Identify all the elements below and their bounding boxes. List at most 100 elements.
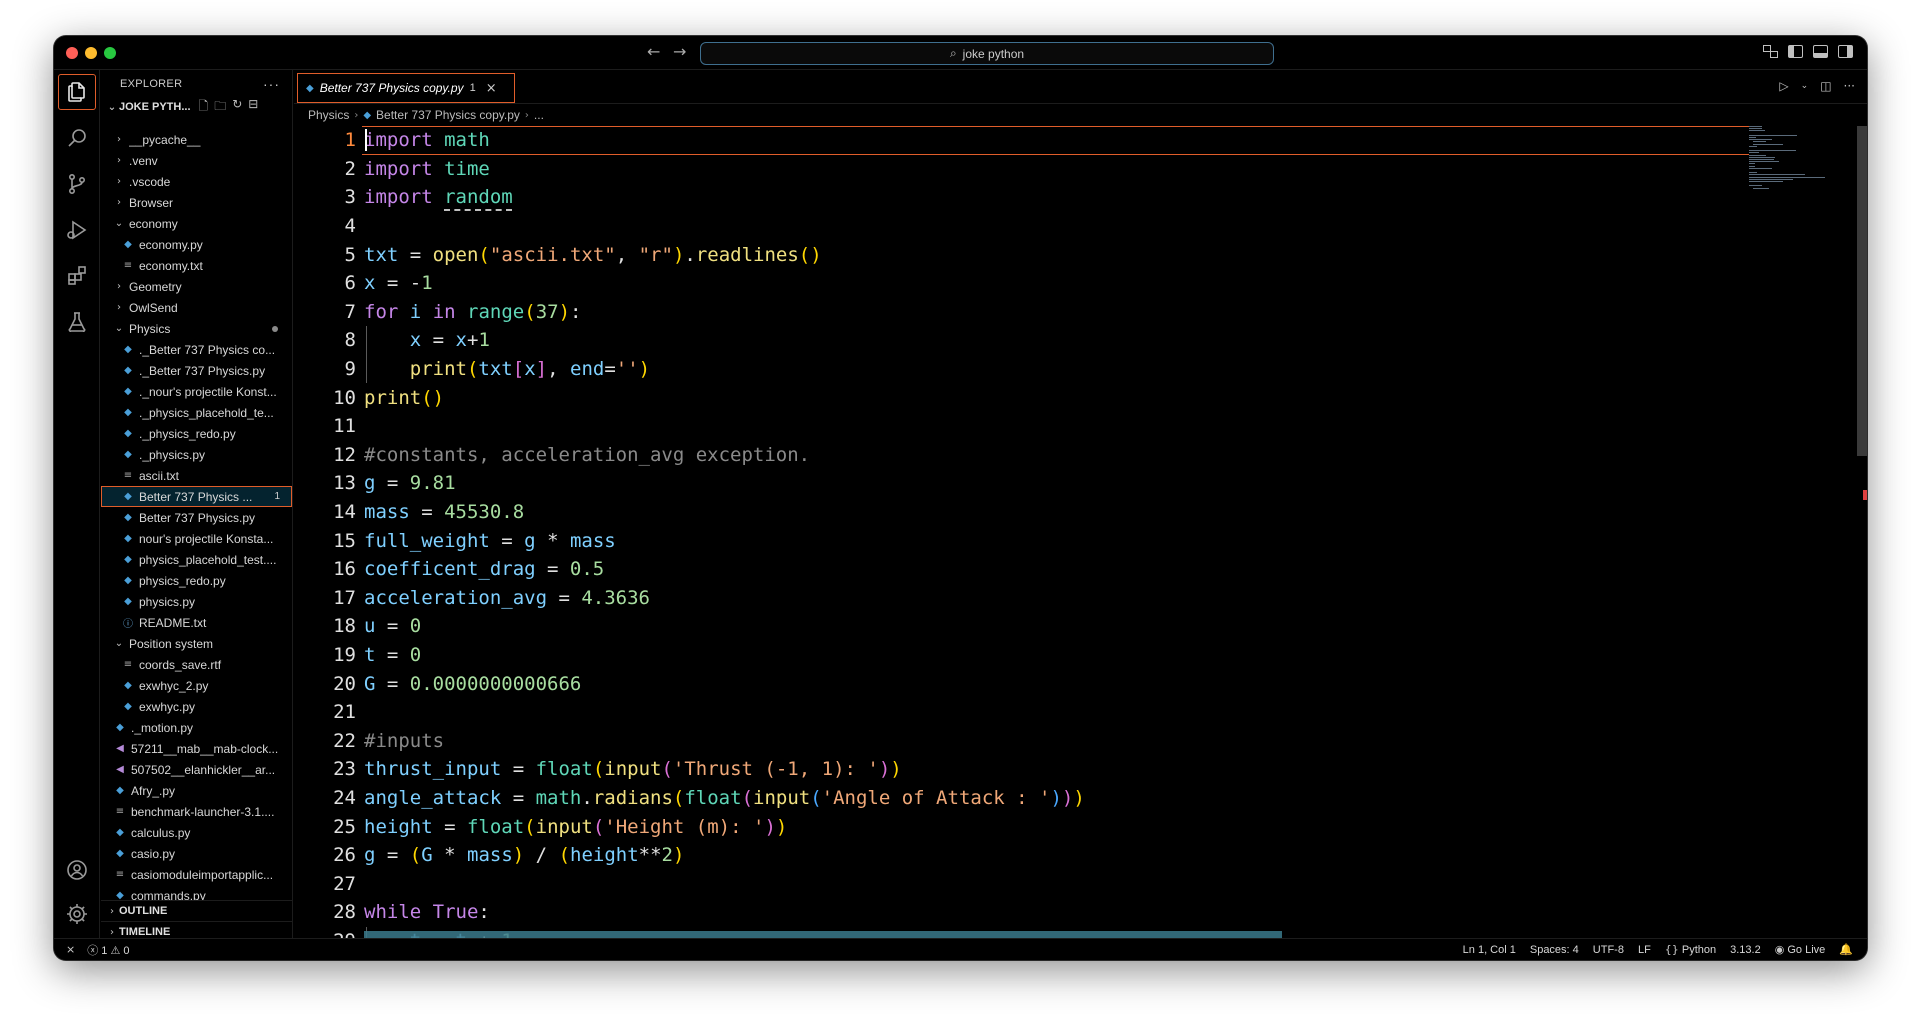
line-number: 13 xyxy=(333,472,356,495)
python-interpreter[interactable]: 3.13.2 xyxy=(1730,944,1761,956)
close-icon[interactable]: × xyxy=(486,81,497,96)
horizontal-scrollbar[interactable] xyxy=(364,930,1282,938)
code-token: import xyxy=(364,157,433,180)
collapse-all-icon[interactable]: ⊟ xyxy=(248,97,258,118)
tree-file[interactable]: ◆ ._physics_placehold_te... xyxy=(101,402,292,423)
code-editor[interactable]: 1 import math 2 import time 3 import random 4 5… xyxy=(294,126,1867,938)
run-debug-icon xyxy=(67,220,87,240)
workspace-folder[interactable]: ⌄ JOKE PYTH... 🗋 🗀 ↻ ⊟ xyxy=(101,96,292,118)
close-window-button[interactable] xyxy=(66,47,78,59)
tree-folder[interactable]: › .vscode xyxy=(101,171,292,192)
tree-folder[interactable]: ⌄ Physics xyxy=(101,318,292,339)
breadcrumb-file[interactable]: Better 737 Physics copy.py xyxy=(376,108,520,122)
tree-file[interactable]: ◆ ._motion.py xyxy=(101,717,292,738)
extensions-icon xyxy=(68,266,86,285)
tree-file[interactable]: ◆ ._physics_redo.py xyxy=(101,423,292,444)
language-mode[interactable]: {} Python xyxy=(1665,943,1716,956)
indentation[interactable]: Spaces: 4 xyxy=(1530,944,1579,956)
tree-folder[interactable]: ⌄ Position system xyxy=(101,633,292,654)
end-of-line[interactable]: LF xyxy=(1638,944,1651,956)
tree-folder[interactable]: ⌄ economy xyxy=(101,213,292,234)
more-actions-icon[interactable]: ··· xyxy=(1844,79,1855,93)
remote-icon[interactable]: ⨯ xyxy=(66,943,75,956)
code-token: = xyxy=(432,815,467,838)
tree-file[interactable]: ◀ 507502__elanhickler__ar... xyxy=(101,759,292,780)
extensions-button[interactable] xyxy=(54,256,100,296)
tree-file[interactable]: ◆ ._nour's projectile Konst... xyxy=(101,381,292,402)
tree-item-label: Browser xyxy=(129,195,174,210)
minimap[interactable] xyxy=(1749,126,1857,226)
maximize-window-button[interactable] xyxy=(104,47,116,59)
bell-icon[interactable]: 🔔 xyxy=(1839,943,1853,956)
line-number: 26 xyxy=(333,844,356,867)
chevron-down-icon[interactable]: ⌄ xyxy=(1801,81,1809,91)
encoding[interactable]: UTF-8 xyxy=(1593,944,1624,956)
source-control-button[interactable] xyxy=(54,164,100,204)
customize-layout-icon[interactable] xyxy=(1763,45,1778,58)
tree-file[interactable]: ◆ ._physics.py xyxy=(101,444,292,465)
tree-file[interactable]: ≡ benchmark-launcher-3.1.... xyxy=(101,801,292,822)
search-button[interactable] xyxy=(54,118,100,158)
back-arrow-icon[interactable]: ← xyxy=(647,42,660,61)
tree-folder[interactable]: › Browser xyxy=(101,192,292,213)
run-python-file-icon[interactable]: ▷ xyxy=(1779,79,1788,93)
tree-file[interactable]: ≡ economy.txt xyxy=(101,255,292,276)
toggle-panel-icon[interactable] xyxy=(1813,45,1828,58)
tree-folder[interactable]: › Geometry xyxy=(101,276,292,297)
tab-better-737-physics-copy[interactable]: ◆ Better 737 Physics copy.py 1 × xyxy=(297,73,515,103)
tree-folder[interactable]: › OwlSend xyxy=(101,297,292,318)
tree-file[interactable]: ◆ Better 737 Physics.py xyxy=(101,507,292,528)
code-token: . xyxy=(684,243,696,266)
tree-folder[interactable]: › .venv xyxy=(101,150,292,171)
title-bar: ← → ⌕ joke python xyxy=(54,36,1867,70)
manage-button[interactable] xyxy=(54,894,100,934)
tree-file[interactable]: ◆ Afry_.py xyxy=(101,780,292,801)
forward-arrow-icon[interactable]: → xyxy=(673,42,686,61)
tree-file[interactable]: ◆ nour's projectile Konsta... xyxy=(101,528,292,549)
tree-file[interactable]: ◀ 57211__mab__mab-clock... xyxy=(101,738,292,759)
minimap-line xyxy=(1749,176,1825,178)
tree-file[interactable]: ◆ ._Better 737 Physics.py xyxy=(101,360,292,381)
toggle-primary-sidebar-icon[interactable] xyxy=(1788,45,1803,58)
tree-file[interactable]: ◆ exwhyc_2.py xyxy=(101,675,292,696)
tree-file[interactable]: ◆ exwhyc.py xyxy=(101,696,292,717)
problems-indicator[interactable]: ⓧ 1 ⚠ 0 xyxy=(87,942,129,958)
outline-section[interactable]: › OUTLINE xyxy=(101,900,292,921)
tree-file[interactable]: ◆ physics_redo.py xyxy=(101,570,292,591)
run-debug-button[interactable] xyxy=(54,210,100,250)
tree-file[interactable]: ◆ calculus.py xyxy=(101,822,292,843)
new-folder-icon[interactable]: 🗀 xyxy=(214,97,226,118)
code-token: ) xyxy=(1073,787,1085,810)
text-file-icon: ≡ xyxy=(115,806,125,817)
refresh-icon[interactable]: ↻ xyxy=(232,97,242,118)
minimize-window-button[interactable] xyxy=(85,47,97,59)
tree-file[interactable]: ⓘ README.txt xyxy=(101,612,292,633)
accounts-button[interactable] xyxy=(54,850,100,890)
code-token: g xyxy=(364,472,376,495)
tree-file[interactable]: ◆ economy.py xyxy=(101,234,292,255)
code-token: ( xyxy=(672,787,685,810)
tree-file[interactable]: ◆ casio.py xyxy=(101,843,292,864)
breadcrumb-symbol[interactable]: ... xyxy=(534,108,544,122)
command-center-search[interactable]: ⌕ joke python xyxy=(700,42,1274,65)
more-actions-icon[interactable]: ··· xyxy=(263,76,280,92)
go-live-button[interactable]: ◉ Go Live xyxy=(1775,943,1826,956)
cursor-position[interactable]: Ln 1, Col 1 xyxy=(1463,944,1516,956)
explorer-button[interactable] xyxy=(54,72,100,112)
code-token: end xyxy=(570,358,605,381)
toggle-secondary-sidebar-icon[interactable] xyxy=(1838,45,1853,58)
tree-file[interactable]: ◆ physics_placehold_test.... xyxy=(101,549,292,570)
tree-file[interactable]: ≡ coords_save.rtf xyxy=(101,654,292,675)
testing-button[interactable] xyxy=(54,302,100,342)
tree-file[interactable]: ◆ physics.py xyxy=(101,591,292,612)
code-token: 9.81 xyxy=(409,472,456,495)
tree-file[interactable]: ◆ Better 737 Physics ... 1 xyxy=(101,486,292,507)
tree-file[interactable]: ◆ ._Better 737 Physics co... xyxy=(101,339,292,360)
breadcrumb-folder[interactable]: Physics xyxy=(308,108,349,122)
vertical-scrollbar[interactable] xyxy=(1857,126,1867,456)
tree-file[interactable]: ≡ casiomoduleimportapplic... xyxy=(101,864,292,885)
tree-folder[interactable]: › __pycache__ xyxy=(101,129,292,150)
split-editor-icon[interactable]: ◫ xyxy=(1820,79,1831,93)
tree-file[interactable]: ≡ ascii.txt xyxy=(101,465,292,486)
new-file-icon[interactable]: 🗋 xyxy=(199,97,209,118)
